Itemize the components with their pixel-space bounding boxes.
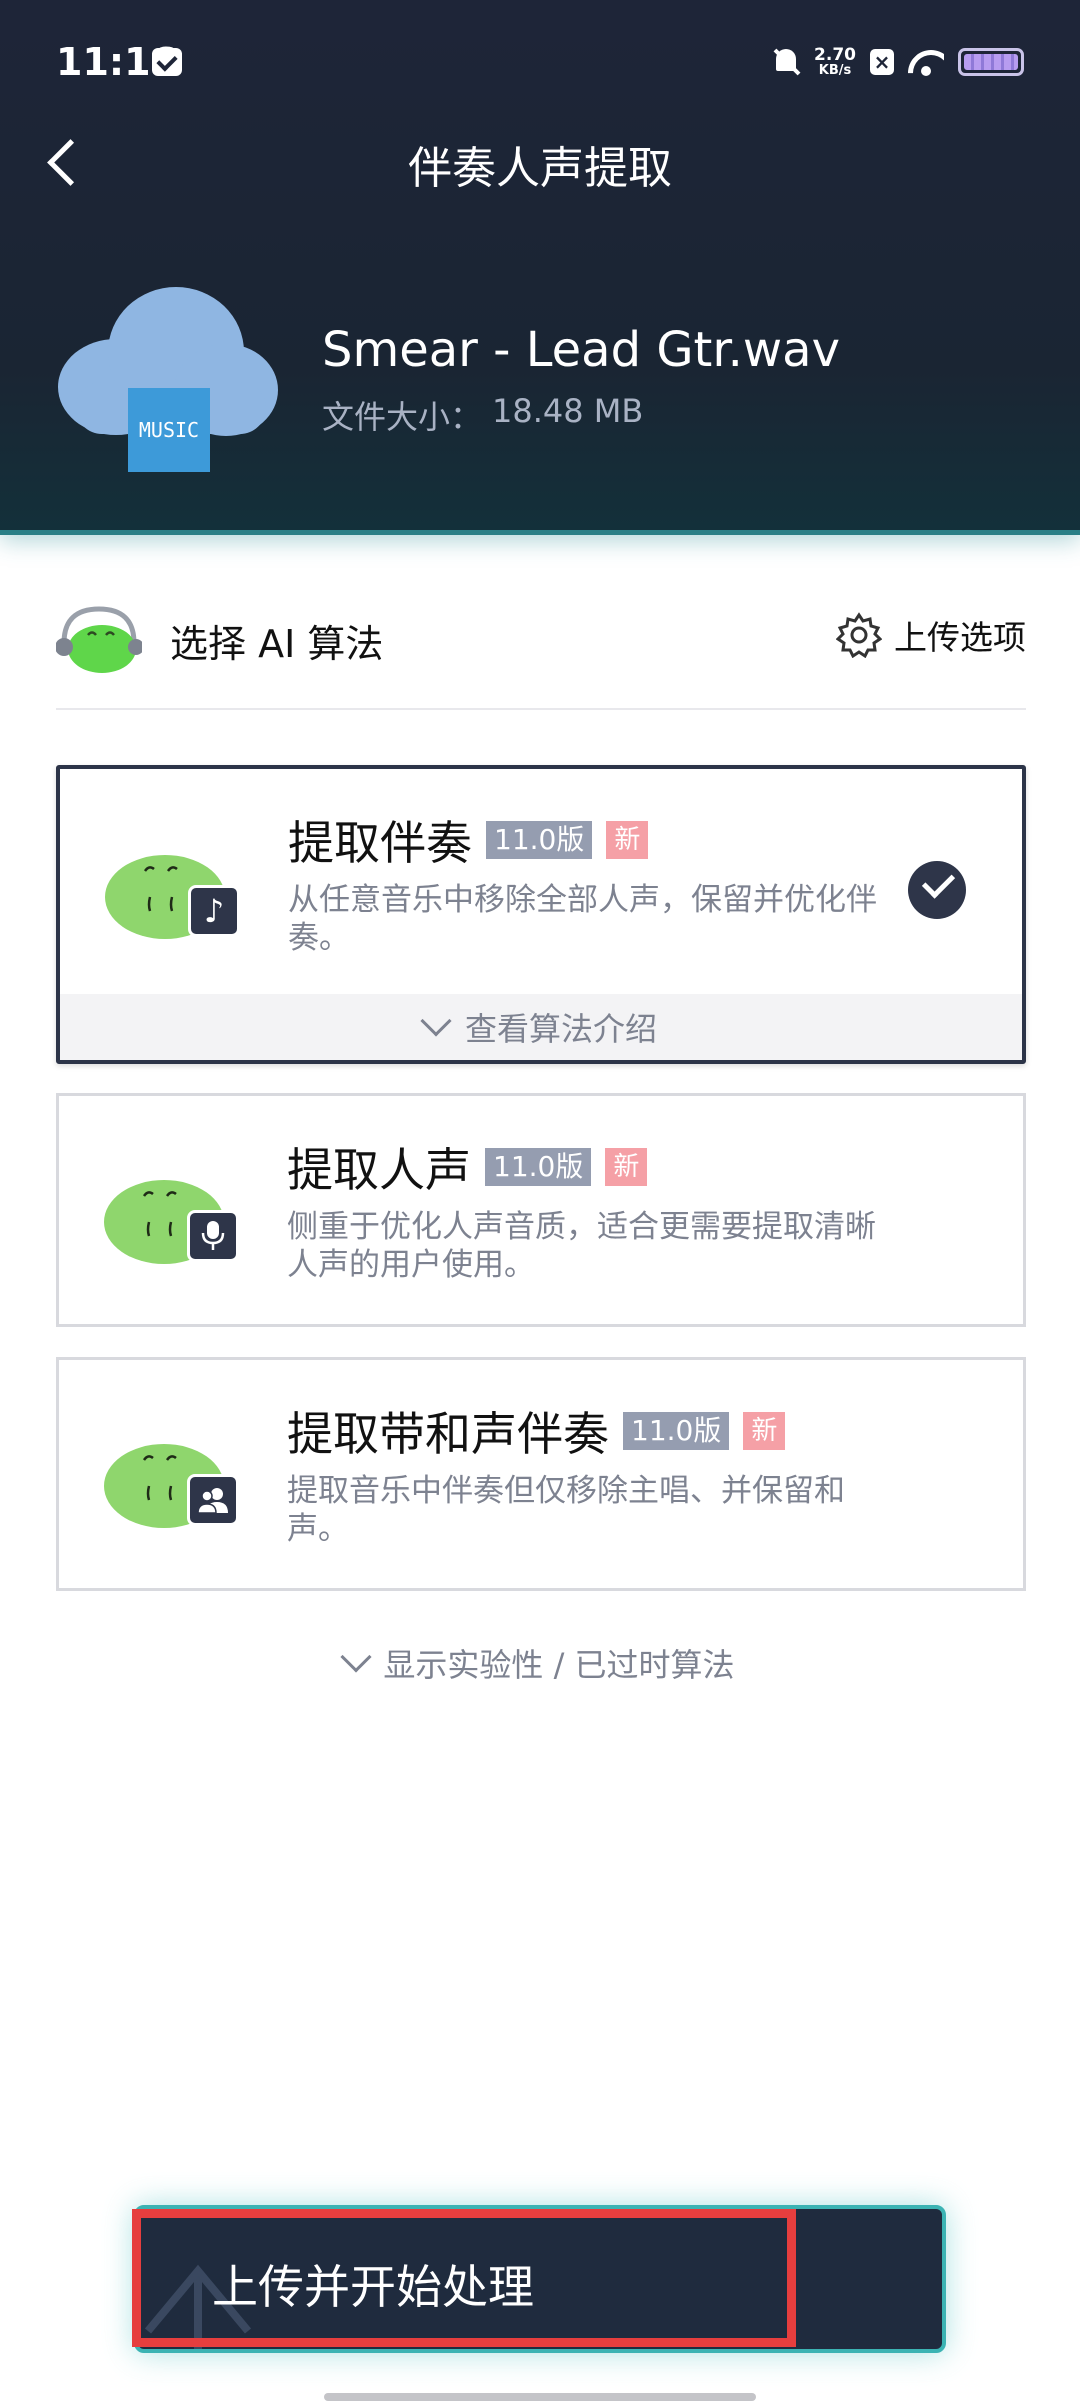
view-intro-button[interactable]: 查看算法介绍 [60, 994, 1022, 1060]
card-description: 从任意音乐中移除全部人声，保留并优化伴奏。 [288, 882, 877, 956]
card-title: 提取伴奏 [288, 816, 472, 870]
cloud-label: MUSIC [139, 418, 199, 442]
highlight-box [132, 2209, 796, 2347]
show-experimental-label: 显示实验性 / 已过时算法 [383, 1646, 735, 1684]
card-title-row: 提取人声 11.0版 新 [287, 1134, 648, 1200]
file-name: Smear - Lead Gtr.wav [322, 322, 840, 378]
net-speed: 2.70 KB/s [814, 44, 856, 78]
file-size-label: 文件大小： [322, 398, 483, 436]
algorithm-card-accompaniment[interactable]: ♪ 提取伴奏 11.0版 新 从任意音乐中移除全部人声，保留并优化伴奏。 查看算… [56, 765, 1026, 1064]
show-experimental-button[interactable]: 显示实验性 / 已过时算法 [0, 1640, 1080, 1686]
algorithm-section-header: 选择 AI 算法 上传选项 [56, 595, 1026, 710]
selected-check-icon [908, 861, 966, 919]
file-size-value: 18.48 MB [492, 392, 644, 430]
version-badge: 11.0版 [486, 821, 593, 859]
card-description: 提取音乐中伴奏但仅移除主唱、并保留和声。 [287, 1473, 845, 1547]
mail-icon [152, 48, 182, 76]
net-speed-unit: KB/s [818, 62, 852, 78]
chevron-down-icon [340, 1641, 372, 1673]
algorithm-card-vocals[interactable]: 提取人声 11.0版 新 侧重于优化人声音质，适合更需要提取清晰人声的用户使用。 [56, 1093, 1026, 1327]
microphone-icon [187, 1210, 239, 1262]
new-badge: 新 [743, 1412, 786, 1450]
ai-mascot-icon [56, 606, 142, 673]
card-description: 侧重于优化人声音质，适合更需要提取清晰人声的用户使用。 [287, 1209, 876, 1283]
wifi-icon [908, 48, 944, 76]
status-bar: 11:16 2.70 KB/s × [0, 0, 1080, 125]
card-title-row: 提取伴奏 11.0版 新 [288, 807, 649, 873]
new-badge: 新 [605, 1148, 648, 1186]
battery-level [964, 54, 1018, 70]
view-intro-label: 查看算法介绍 [464, 1010, 657, 1048]
upload-options-button[interactable]: 上传选项 [836, 609, 1026, 661]
card-title: 提取带和声伴奏 [287, 1407, 609, 1461]
algorithm-icon [99, 1416, 249, 1536]
page-title: 伴奏人声提取 [408, 143, 672, 194]
file-size: 文件大小： 18.48 MB [322, 392, 643, 438]
users-icon [187, 1474, 239, 1526]
select-algorithm-label: 选择 AI 算法 [170, 622, 384, 666]
music-cloud-icon: MUSIC [58, 287, 278, 472]
algorithm-icon: ♪ [100, 827, 250, 947]
battery-icon [958, 48, 1024, 76]
header: 11:16 2.70 KB/s × 伴奏人声提取 MUSIC Smear - L… [0, 0, 1080, 535]
algorithm-card-harmony[interactable]: 提取带和声伴奏 11.0版 新 提取音乐中伴奏但仅移除主唱、并保留和声。 [56, 1357, 1026, 1591]
net-speed-value: 2.70 [814, 44, 856, 65]
version-badge: 11.0版 [623, 1412, 730, 1450]
music-note-icon: ♪ [188, 885, 240, 937]
upload-options-label: 上传选项 [894, 618, 1026, 657]
status-icons: 2.70 KB/s × [772, 42, 1024, 82]
card-title-row: 提取带和声伴奏 11.0版 新 [287, 1398, 786, 1464]
card-title: 提取人声 [287, 1143, 471, 1197]
close-box-icon: × [870, 49, 894, 75]
new-badge: 新 [606, 821, 649, 859]
home-indicator[interactable] [324, 2393, 756, 2401]
chevron-down-icon [420, 1005, 452, 1037]
version-badge: 11.0版 [485, 1148, 592, 1186]
algorithm-icon [99, 1152, 249, 1272]
gear-icon [836, 612, 882, 658]
bell-off-icon [772, 47, 800, 77]
